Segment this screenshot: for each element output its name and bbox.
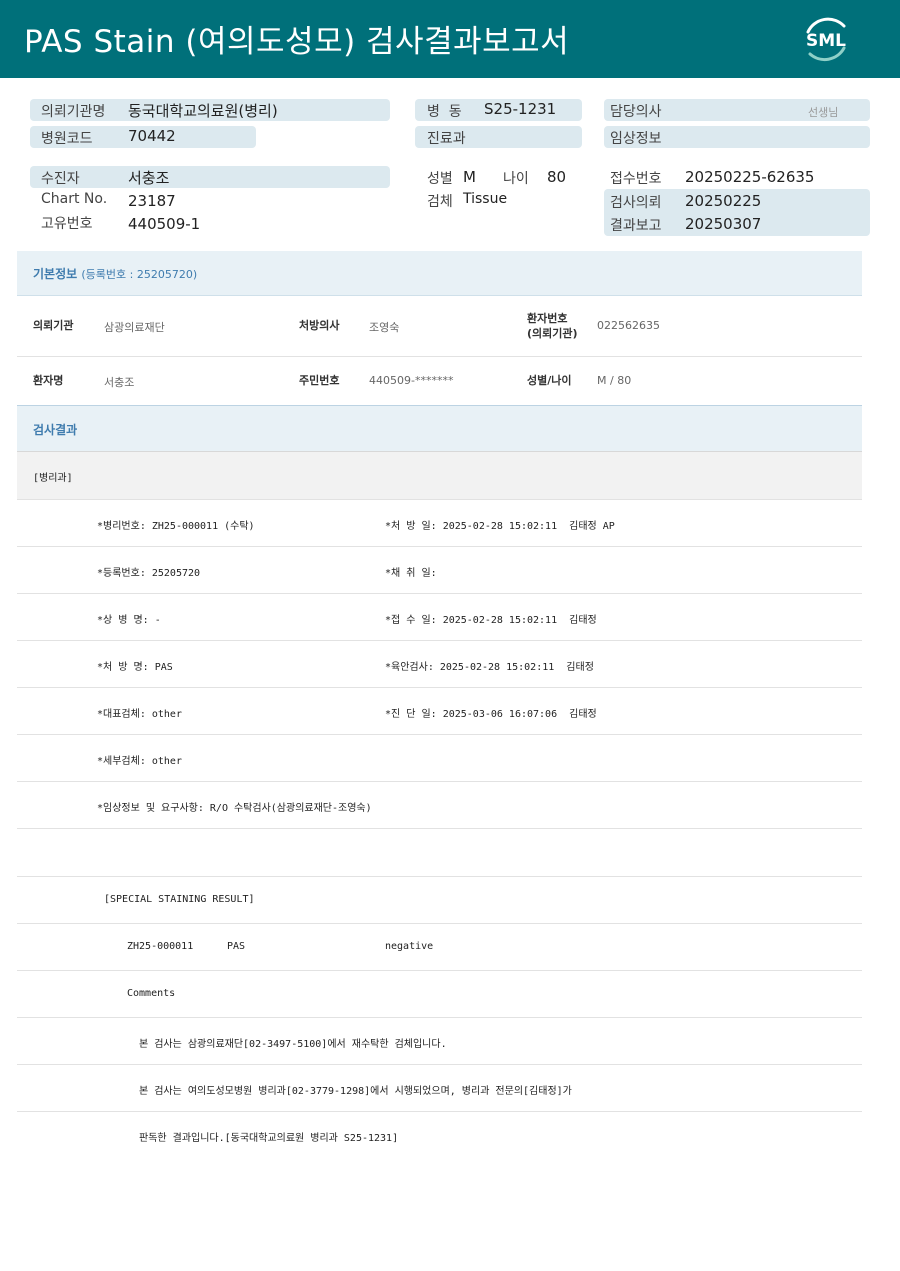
clinical-info-label: 임상정보 [610,131,662,147]
sex-age-val: M / 80 [597,374,632,387]
comments-row: Comments [17,971,862,1018]
receipt-no-value: 20250225-62635 [685,168,815,186]
age-value: 80 [547,168,567,186]
sex-label: 성별 [427,171,453,187]
result-row: *대표검체: other *진 단 일: 2025-03-06 16:07:06 … [17,688,862,735]
stain-result: negative [385,941,434,952]
comments-label: Comments [127,988,176,999]
doctor-suffix: 선생님 [808,106,839,119]
result-row: *세부검체: other [17,735,862,782]
rrn-val: 440509-******* [369,374,454,387]
prescriber-key: 처방의사 [299,319,340,332]
patient-label: 수진자 [41,171,80,187]
patient-no-key-2: (의뢰기관) [527,327,578,340]
chart-value: 23187 [128,192,176,210]
logo-text: SML [806,31,846,51]
department-label: 진료과 [427,131,466,147]
result-row: *처 방 명: PAS *육안검사: 2025-02-28 15:02:11 김태… [17,641,862,688]
doctor-label: 담당의사 [610,104,662,120]
comment-line: 판독한 결과입니다.[동국대학교의료원 병리과 S25-1231] [139,1133,399,1144]
request-date-label: 검사의뢰 [610,195,662,211]
prescriber-val: 조영숙 [369,321,400,334]
patient-no-val: 022562635 [597,319,660,332]
comment-row: 판독한 결과입니다.[동국대학교의료원 병리과 S25-1231] [17,1112,862,1159]
institution-key: 의뢰기관 [33,319,74,332]
institution-label: 의뢰기관명 [41,104,106,120]
chart-label: Chart No. [41,191,108,207]
rrn-key: 주민번호 [299,374,340,387]
institution-val: 삼광의료재단 [104,321,165,334]
result-right-field: *처 방 일: 2025-02-28 15:02:11 김태정 AP [385,521,615,532]
result-left-field: *상 병 명: - [97,615,161,626]
stain-name: PAS [227,941,246,952]
age-label: 나이 [503,171,529,187]
comment-row: 본 검사는 여의도성모병원 병리과[02-3779-1298]에서 시행되었으며… [17,1065,862,1112]
result-right-field: *육안검사: 2025-02-28 15:02:11 김태정 [385,662,594,673]
comment-line: 본 검사는 삼광의료재단[02-3497-5100]에서 재수탁한 검체입니다. [139,1039,447,1050]
result-right-field: *접 수 일: 2025-02-28 15:02:11 김태정 [385,615,597,626]
basic-info-header: 기본정보 (등록번호 : 25205720) [17,251,862,296]
result-row: *상 병 명: - *접 수 일: 2025-02-28 15:02:11 김태정 [17,594,862,641]
special-staining-row: [SPECIAL STAINING RESULT] [17,877,862,924]
blank-row [17,830,862,877]
sml-logo: SML [806,17,846,62]
basic-info-row-1: 의뢰기관 삼광의료재단 처방의사 조영숙 환자번호 (의뢰기관) 0225626… [17,296,862,357]
result-left-field: *처 방 명: PAS [97,662,173,673]
report-date-label: 결과보고 [610,218,662,234]
hospital-code-value: 70442 [128,127,176,145]
result-right-field: *진 단 일: 2025-03-06 16:07:06 김태정 [385,709,597,720]
comment-line: 본 검사는 여의도성모병원 병리과[02-3779-1298]에서 시행되었으며… [139,1086,572,1097]
name-key: 환자명 [33,374,64,387]
result-left-field: *병리번호: ZH25-000011 (수탁) [97,521,255,532]
result-left-field: *세부검체: other [97,756,182,767]
result-row: *병리번호: ZH25-000011 (수탁) *처 방 일: 2025-02-2… [17,500,862,547]
special-staining-title: [SPECIAL STAINING RESULT] [104,894,255,905]
ward-value: S25-1231 [484,100,557,118]
basic-info-title: 기본정보 (등록번호 : 25205720) [33,267,198,281]
basic-info-row-2: 환자명 서충조 주민번호 440509-******* 성별/나이 M / 80 [17,357,862,405]
report-title: PAS Stain (여의도성모) 검사결과보고서 [24,24,570,60]
stain-result-row: ZH25-000011 PAS negative [17,924,862,971]
stain-number: ZH25-000011 [127,941,194,952]
patient-no-key-1: 환자번호 [527,312,568,325]
result-left-field: *임상정보 및 요구사항: R/O 수탁검사(삼광의료재단-조영숙) [97,803,372,814]
result-row: *등록번호: 25205720 *채 취 일: [17,547,862,594]
results-title: 검사결과 [33,423,78,437]
specimen-label: 검체 [427,194,453,210]
patient-value: 서충조 [128,169,170,187]
name-val: 서충조 [104,376,135,389]
receipt-no-label: 접수번호 [610,171,662,187]
hospital-code-label: 병원코드 [41,131,93,147]
registration-note: (등록번호 : 25205720) [81,268,198,281]
results-header: 검사결과 [17,406,862,452]
comment-row: 본 검사는 삼광의료재단[02-3497-5100]에서 재수탁한 검체입니다. [17,1018,862,1065]
report-header: PAS Stain (여의도성모) 검사결과보고서 SML [0,0,900,78]
request-date-value: 20250225 [685,192,762,210]
report-date-value: 20250307 [685,215,762,233]
result-left-field: *대표검체: other [97,709,182,720]
pathology-dept-label: [병리과] [33,473,73,484]
unique-no-label: 고유번호 [41,216,93,232]
ward-label: 병 동 [427,104,462,120]
sex-age-key: 성별/나이 [527,374,572,387]
specimen-value: Tissue [463,191,508,207]
pathology-dept-row: [병리과] [17,452,862,500]
sex-value: M [463,168,476,186]
result-row: *임상정보 및 요구사항: R/O 수탁검사(삼광의료재단-조영숙) [17,782,862,829]
patient-pill [30,166,390,188]
unique-no-value: 440509-1 [128,215,201,233]
result-right-field: *채 취 일: [385,568,437,579]
institution-value: 동국대학교의료원(병리) [128,102,278,120]
result-left-field: *등록번호: 25205720 [97,568,201,579]
